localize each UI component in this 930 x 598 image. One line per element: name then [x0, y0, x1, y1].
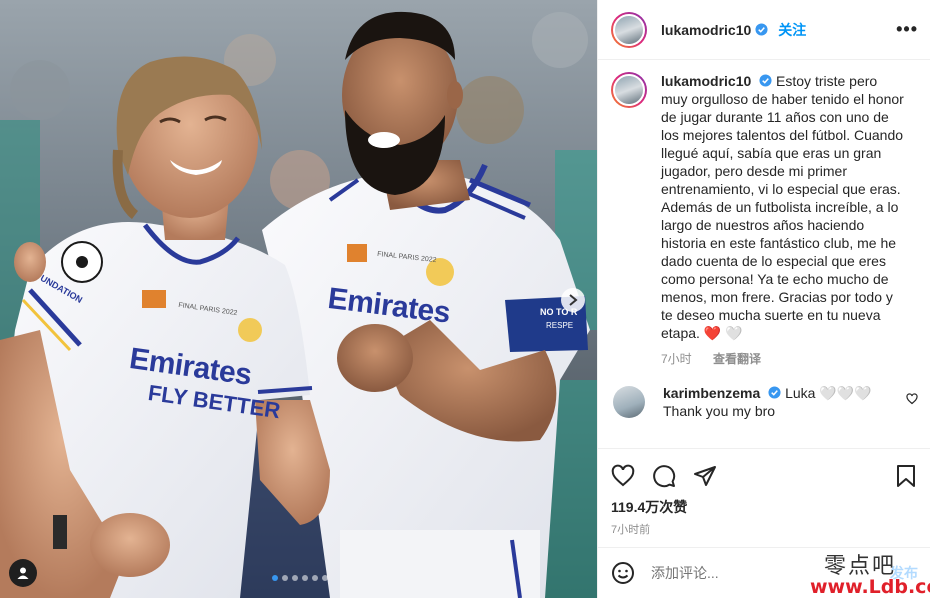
- like-button[interactable]: [611, 464, 635, 488]
- add-comment-bar: 发布: [598, 547, 930, 598]
- caption-text: Estoy triste pero muy orgulloso de haber…: [661, 73, 904, 341]
- carousel-dot: [302, 575, 308, 581]
- share-button[interactable]: [693, 464, 717, 488]
- more-options-icon[interactable]: •••: [896, 19, 918, 40]
- caption-time: 7小时: [661, 352, 692, 366]
- commenter-username[interactable]: karimbenzema: [663, 385, 760, 401]
- next-photo-button[interactable]: [561, 288, 585, 312]
- caption-username[interactable]: lukamodric10: [661, 73, 751, 89]
- comment-text-line1: Luka 🤍🤍🤍: [785, 385, 872, 401]
- like-count[interactable]: 119.4万次赞: [611, 497, 918, 517]
- caption-avatar[interactable]: [611, 72, 647, 108]
- carousel-dot: [272, 575, 278, 581]
- comment-body: karimbenzema Luka 🤍🤍🤍 Thank you my bro: [663, 384, 893, 420]
- instagram-post-view: Emirates FLY BETTER FINAL PARIS 2022 UND…: [0, 0, 930, 598]
- tagged-users-button[interactable]: [9, 559, 37, 587]
- post-time[interactable]: 7小时前: [611, 521, 918, 537]
- commenter-avatar[interactable]: [613, 386, 645, 418]
- caption: lukamodric10 Estoy triste pero muy orgul…: [611, 72, 918, 368]
- comment-text-line2: Thank you my bro: [663, 403, 776, 419]
- chevron-right-icon: [569, 294, 578, 306]
- comment-button[interactable]: [652, 464, 676, 488]
- comment-input[interactable]: [651, 565, 851, 581]
- action-icons: [611, 449, 918, 499]
- carousel-dot: [282, 575, 288, 581]
- follow-button[interactable]: 关注: [778, 20, 806, 40]
- save-button[interactable]: [894, 464, 918, 488]
- comments-area[interactable]: lukamodric10 Estoy triste pero muy orgul…: [598, 60, 930, 448]
- carousel-dot: [322, 575, 328, 581]
- comment-bubble-icon: [653, 465, 676, 488]
- verified-badge-icon: [768, 386, 781, 399]
- heart-icon: [611, 464, 635, 487]
- armband-text-2: RESPE: [546, 321, 574, 330]
- like-comment-heart-icon[interactable]: [906, 393, 918, 405]
- verified-badge-icon: [755, 23, 768, 36]
- user-icon: [17, 567, 29, 579]
- post-side-panel: lukamodric10 关注 ••• lukamodric10 Estoy t…: [597, 0, 930, 598]
- author-username[interactable]: lukamodric10: [661, 22, 751, 38]
- see-translation-link[interactable]: 查看翻译: [713, 352, 761, 366]
- post-header: lukamodric10 关注 •••: [598, 0, 930, 60]
- comment-item: karimbenzema Luka 🤍🤍🤍 Thank you my bro: [611, 384, 918, 420]
- verified-badge-icon: [759, 74, 772, 87]
- caption-body: lukamodric10 Estoy triste pero muy orgul…: [661, 72, 905, 368]
- carousel-dot: [292, 575, 298, 581]
- emoji-icon[interactable]: [611, 561, 635, 585]
- photo-scene: [0, 0, 597, 598]
- carousel-dots: [272, 575, 328, 581]
- post-comment-button[interactable]: 发布: [890, 563, 918, 583]
- paper-plane-icon: [694, 466, 716, 486]
- post-photo[interactable]: Emirates FLY BETTER FINAL PARIS 2022 UND…: [0, 0, 597, 598]
- bookmark-icon: [897, 465, 915, 487]
- caption-meta: 7小时 查看翻译: [661, 350, 905, 368]
- carousel-dot: [312, 575, 318, 581]
- author-avatar[interactable]: [611, 11, 647, 48]
